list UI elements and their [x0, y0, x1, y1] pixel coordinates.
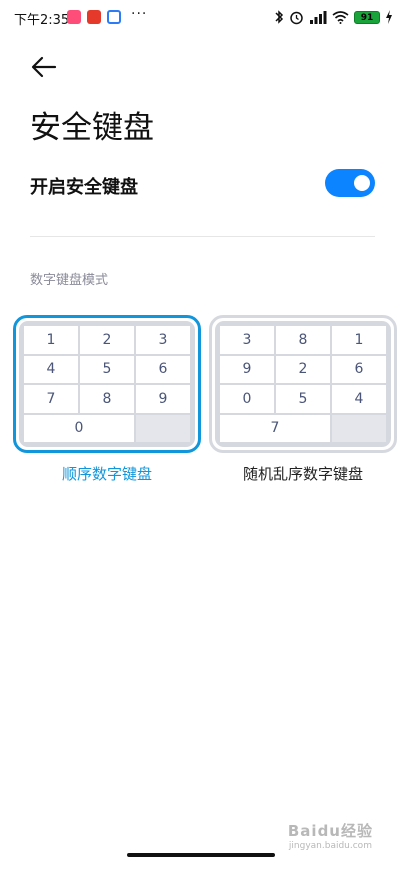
keyboard-preview: 1 2 3 4 5 6 7 8 9 0: [19, 321, 195, 447]
charging-icon: [386, 10, 392, 24]
app-notification-icon: [67, 10, 81, 24]
section-title: 数字键盘模式: [30, 273, 109, 288]
key: 5: [80, 355, 134, 383]
app-notification-icon: [87, 10, 101, 24]
signal-icon: [310, 11, 327, 24]
back-button[interactable]: [30, 54, 58, 80]
secure-keyboard-setting: 开启安全键盘: [30, 165, 375, 205]
sequential-keyboard-label[interactable]: 顺序数字键盘: [13, 463, 201, 484]
home-indicator[interactable]: [127, 853, 275, 857]
watermark-logo: Baidu经验: [287, 822, 373, 840]
key: 0: [24, 414, 134, 442]
wifi-icon: [332, 11, 349, 24]
key: 3: [220, 326, 274, 354]
key: 4: [24, 355, 78, 383]
app-notification-icon: [107, 10, 121, 24]
more-notifications-icon: ···: [131, 6, 148, 22]
key: 4: [332, 385, 386, 413]
page-title: 安全键盘: [30, 110, 154, 146]
toggle-knob: [354, 175, 370, 191]
keyboard-preview: 3 8 1 9 2 6 0 5 4 7: [215, 321, 391, 447]
key: 9: [136, 385, 190, 413]
toggle-label: 开启安全键盘: [30, 177, 138, 198]
key: 6: [136, 355, 190, 383]
status-time: 下午2:35: [14, 13, 70, 28]
key: 5: [276, 385, 330, 413]
secure-keyboard-toggle[interactable]: [325, 169, 375, 197]
key: 6: [332, 355, 386, 383]
battery-icon: 91: [354, 10, 380, 24]
blank-key: [332, 414, 386, 442]
arrow-left-icon: [31, 56, 57, 78]
key: 8: [80, 385, 134, 413]
key: 0: [220, 385, 274, 413]
sequential-keyboard-option[interactable]: 1 2 3 4 5 6 7 8 9 0: [13, 315, 201, 453]
key: 1: [332, 326, 386, 354]
divider: [30, 236, 375, 237]
key: 1: [24, 326, 78, 354]
random-keyboard-label[interactable]: 随机乱序数字键盘: [209, 463, 397, 484]
status-icons: 91: [274, 9, 393, 25]
key: 9: [220, 355, 274, 383]
watermark: Baidu经验 jingyan.baidu.com: [288, 820, 373, 851]
key: 7: [220, 414, 330, 442]
key: 2: [80, 326, 134, 354]
watermark-url: jingyan.baidu.com: [288, 841, 372, 851]
alarm-icon: [290, 11, 303, 24]
key: 8: [276, 326, 330, 354]
random-keyboard-option[interactable]: 3 8 1 9 2 6 0 5 4 7: [209, 315, 397, 453]
key: 7: [24, 385, 78, 413]
bluetooth-icon: [275, 10, 284, 24]
key: 2: [276, 355, 330, 383]
status-bar: 下午2:35 ··· 91: [0, 0, 403, 34]
blank-key: [136, 414, 190, 442]
key: 3: [136, 326, 190, 354]
